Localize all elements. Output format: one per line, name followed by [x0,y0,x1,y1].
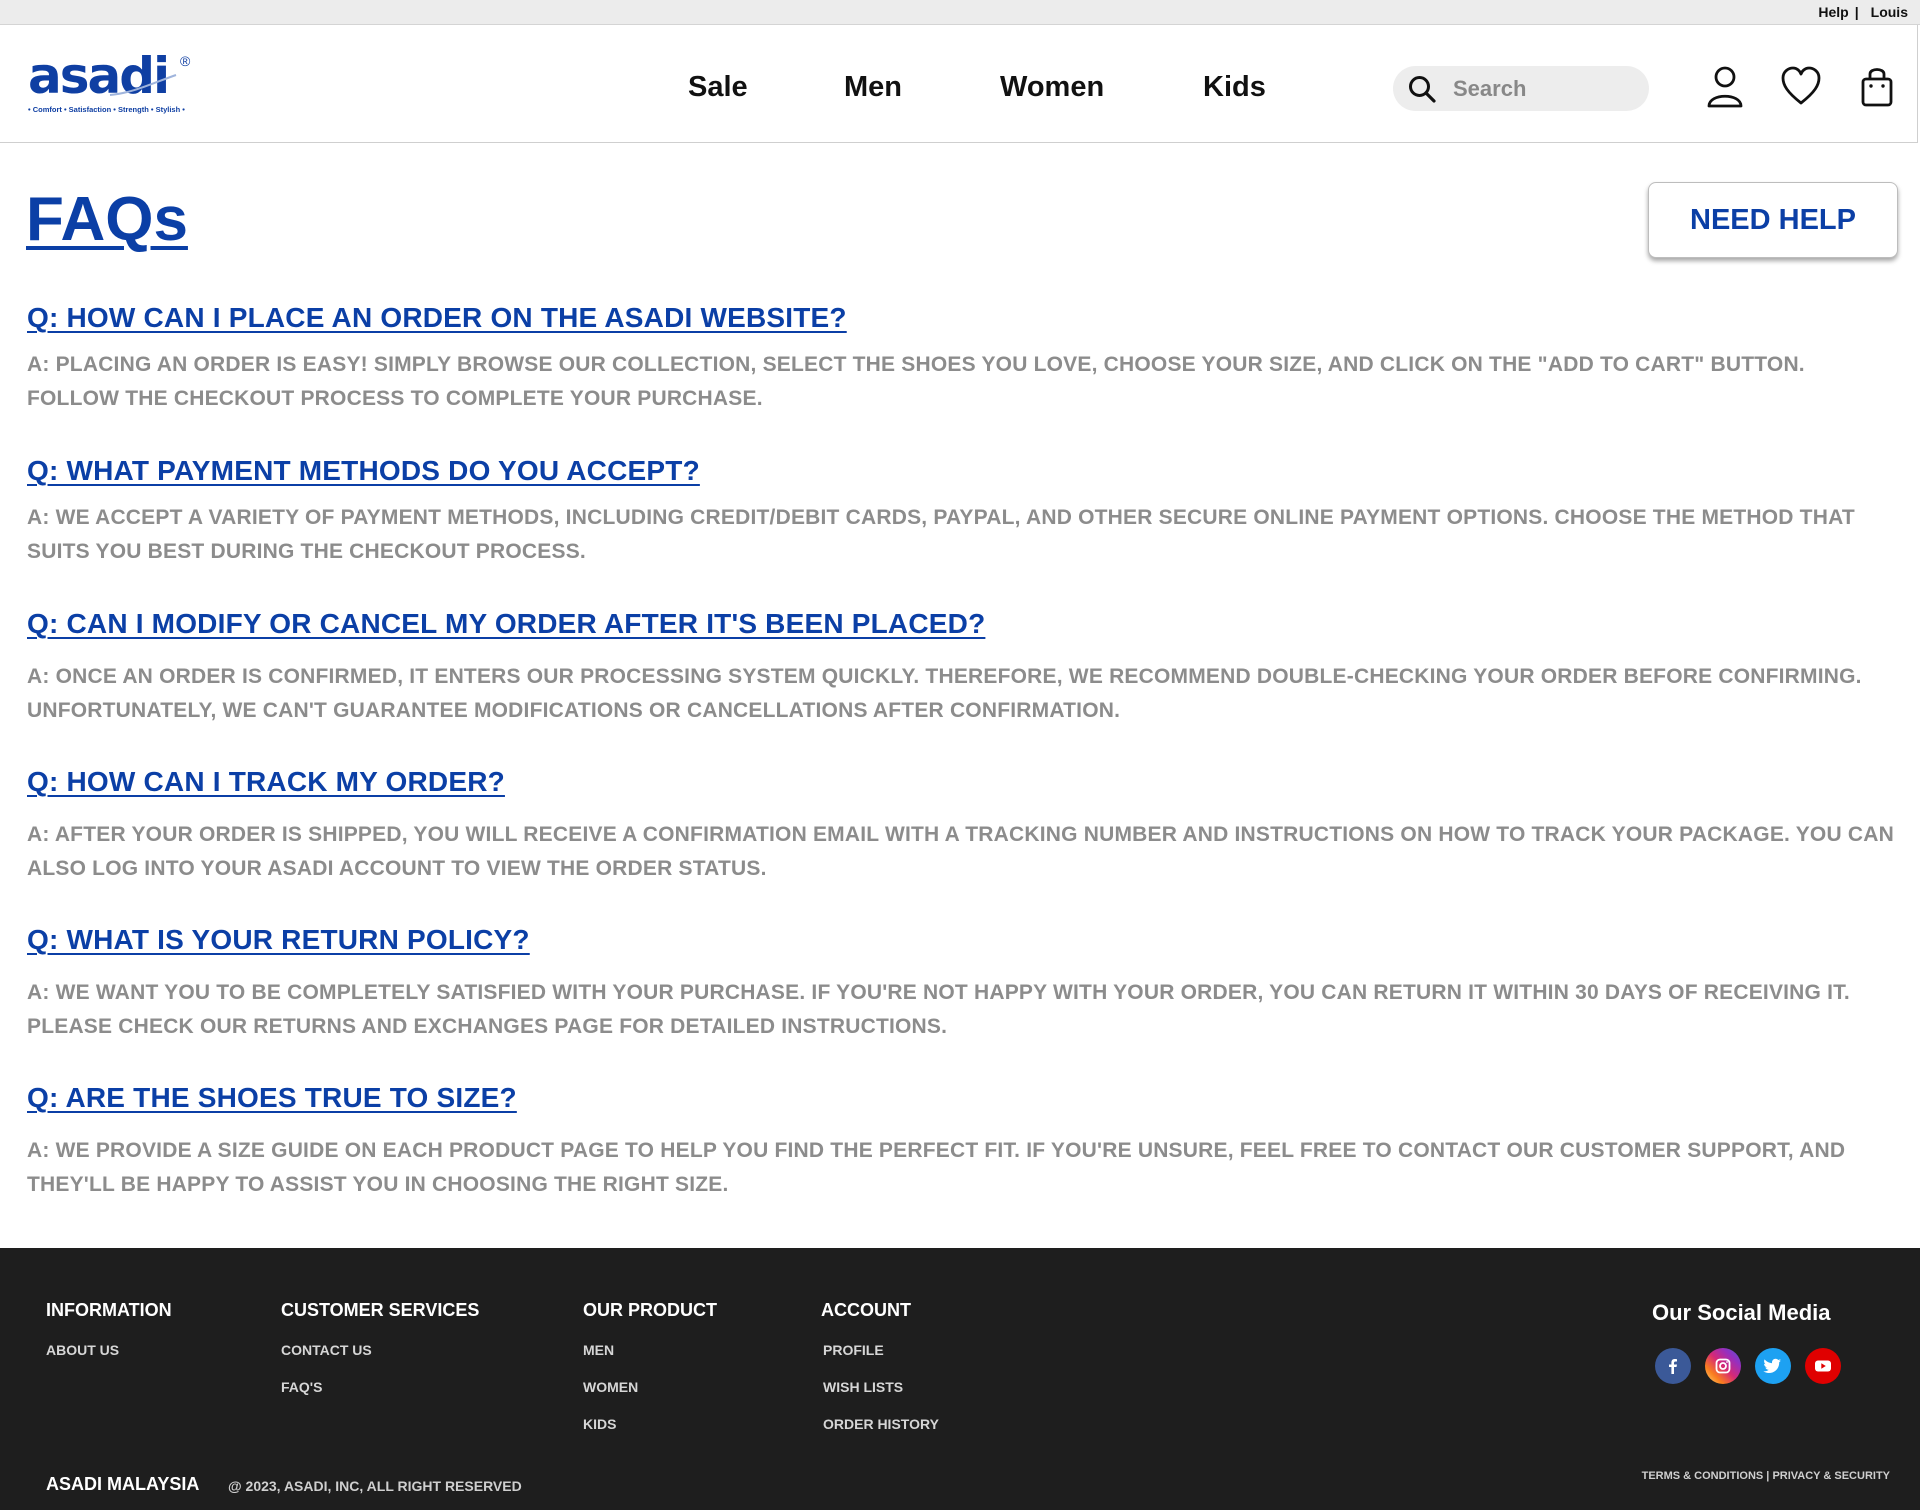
twitter-icon[interactable] [1755,1348,1791,1384]
search-input[interactable] [1453,74,1633,104]
utility-links: Help | Louis [1818,4,1908,20]
footer-copyright: @ 2023, ASADI, INC, ALL RIGHT RESERVED [228,1478,522,1494]
footer-legal-links: TERMS & CONDITIONS | PRIVACY & SECURITY [1642,1470,1890,1482]
faq-item: Q: HOW CAN I TRACK MY ORDER? A: AFTER YO… [27,766,1897,886]
footer-link-about-us[interactable]: ABOUT US [46,1342,172,1358]
nav-men[interactable]: Men [844,71,902,104]
faq-item: Q: WHAT PAYMENT METHODS DO YOU ACCEPT? A… [27,455,1897,569]
youtube-icon[interactable] [1805,1348,1841,1384]
faq-question[interactable]: Q: ARE THE SHOES TRUE TO SIZE? [27,1082,517,1114]
faq-question[interactable]: Q: WHAT PAYMENT METHODS DO YOU ACCEPT? [27,455,700,487]
search-bar[interactable] [1393,66,1649,111]
social-heading: Our Social Media [1652,1300,1831,1325]
nav-kids[interactable]: Kids [1203,71,1266,104]
user-icon[interactable] [1705,65,1745,109]
footer-link-faqs[interactable]: FAQ'S [281,1379,479,1395]
faq-answer: A: WE PROVIDE A SIZE GUIDE ON EACH PRODU… [27,1139,1846,1196]
shopping-bag-icon[interactable] [1857,65,1897,109]
faq-item: Q: ARE THE SHOES TRUE TO SIZE? A: WE PRO… [27,1082,1897,1202]
nav-women[interactable]: Women [1000,71,1104,104]
footer-link-contact-us[interactable]: CONTACT US [281,1342,479,1358]
footer-link-women[interactable]: WOMEN [583,1379,717,1395]
faq-answer: A: WE ACCEPT A VARIETY OF PAYMENT METHOD… [27,506,1855,563]
faq-question[interactable]: Q: HOW CAN I TRACK MY ORDER? [27,766,505,798]
site-header: asadi ® • Comfort • Satisfaction • Stren… [0,25,1918,143]
user-name-link[interactable]: Louis [1871,4,1908,20]
faq-answer: A: PLACING AN ORDER IS EASY! SIMPLY BROW… [27,353,1805,410]
footer-brand: ASADI MALAYSIA [46,1474,200,1494]
help-link[interactable]: Help [1818,4,1848,20]
footer-column-account: ACCOUNT PROFILE WISH LISTS ORDER HISTORY [821,1300,939,1453]
faq-answer: A: ONCE AN ORDER IS CONFIRMED, IT ENTERS… [27,665,1862,722]
footer-column-information: INFORMATION ABOUT US [46,1300,172,1379]
footer-heading: ACCOUNT [821,1300,911,1320]
footer-heading: CUSTOMER SERVICES [281,1300,480,1320]
faq-item: Q: CAN I MODIFY OR CANCEL MY ORDER AFTER… [27,608,1897,728]
faq-question[interactable]: Q: CAN I MODIFY OR CANCEL MY ORDER AFTER… [27,608,985,640]
footer-link-kids[interactable]: KIDS [583,1416,717,1432]
footer-link-order-history[interactable]: ORDER HISTORY [823,1416,939,1432]
registered-mark: ® [180,53,191,69]
footer-column-our-product: OUR PRODUCT MEN WOMEN KIDS [583,1300,717,1453]
footer-link-wish-lists[interactable]: WISH LISTS [823,1379,939,1395]
nav-sale[interactable]: Sale [688,71,748,104]
faq-item: Q: HOW CAN I PLACE AN ORDER ON THE ASADI… [27,302,1897,416]
faq-question[interactable]: Q: HOW CAN I PLACE AN ORDER ON THE ASADI… [27,302,847,334]
page-title: FAQs [26,185,188,254]
footer-link-men[interactable]: MEN [583,1342,717,1358]
footer-heading: OUR PRODUCT [583,1300,717,1320]
terms-link[interactable]: TERMS & CONDITIONS [1642,1470,1764,1482]
faq-answer: A: AFTER YOUR ORDER IS SHIPPED, YOU WILL… [27,823,1894,880]
footer-link-profile[interactable]: PROFILE [823,1342,939,1358]
faq-answer: A: WE WANT YOU TO BE COMPLETELY SATISFIE… [27,981,1850,1038]
legal-separator: | [1766,1470,1770,1482]
social-icons [1655,1348,1842,1384]
need-help-button[interactable]: NEED HELP [1648,182,1898,258]
search-icon[interactable] [1407,74,1437,104]
faq-question[interactable]: Q: WHAT IS YOUR RETURN POLICY? [27,924,530,956]
footer-column-customer-services: CUSTOMER SERVICES CONTACT US FAQ'S [281,1300,479,1416]
heart-icon[interactable] [1781,65,1821,109]
privacy-link[interactable]: PRIVACY & SECURITY [1772,1470,1890,1482]
faq-item: Q: WHAT IS YOUR RETURN POLICY? A: WE WAN… [27,924,1897,1044]
footer-heading: INFORMATION [46,1300,172,1320]
utility-bar: Help | Louis [0,0,1920,25]
utility-separator: | [1854,4,1859,20]
facebook-icon[interactable] [1655,1348,1691,1384]
instagram-icon[interactable] [1705,1348,1741,1384]
social-media: Our Social Media [1652,1300,1842,1384]
site-footer: INFORMATION ABOUT US CUSTOMER SERVICES C… [0,1248,1920,1510]
